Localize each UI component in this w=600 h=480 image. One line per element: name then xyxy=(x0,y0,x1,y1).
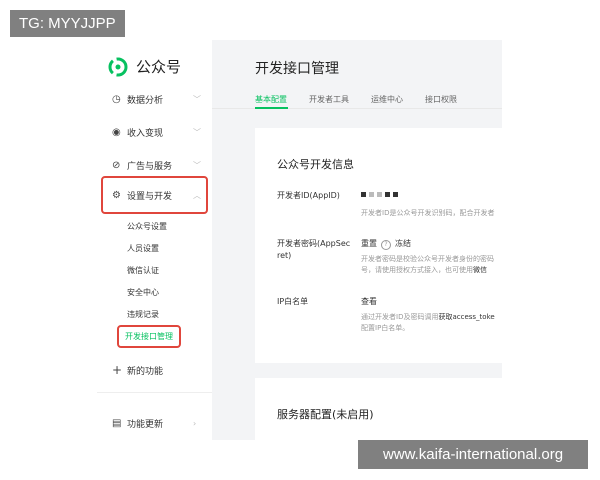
secret-hint-line1: 开发者密码是校验公众号开发者身份的密码 xyxy=(361,255,494,263)
sidebar-item-settings-dev[interactable]: ⚙ 设置与开发 ︿ xyxy=(101,176,208,214)
sidebar-item-label: 新的功能 xyxy=(127,366,164,377)
freeze-link[interactable]: 冻结 xyxy=(395,239,411,248)
secret-hint-line2: 号，请使用授权方式接入，也可使用 xyxy=(361,266,473,274)
sidebar: 公众号 ◷ 数据分析 ﹀ ◉ 收入变现 ﹀ ⊘ 广告与服务 ﹀ ⚙ 设置与开发 … xyxy=(97,40,212,440)
sidebar-item-label: 广告与服务 xyxy=(127,161,173,172)
wechat-admin-screenshot: 公众号 ◷ 数据分析 ﹀ ◉ 收入变现 ﹀ ⊘ 广告与服务 ﹀ ⚙ 设置与开发 … xyxy=(97,40,502,440)
sidebar-item-label: 功能更新 xyxy=(127,419,164,430)
chevron-down-icon: ﹀ xyxy=(193,127,201,137)
ip-hint-link[interactable]: 获取access_toke xyxy=(438,313,494,321)
app-logo[interactable]: 公众号 xyxy=(108,56,181,77)
secret-hint-link[interactable]: 微信 xyxy=(473,266,487,274)
card-title: 服务器配置(未启用) xyxy=(277,408,374,421)
tab-active-indicator xyxy=(255,107,288,109)
wechat-mp-logo-icon xyxy=(108,57,128,76)
chevron-down-icon: ﹀ xyxy=(193,160,201,170)
sidebar-item-data-analysis[interactable]: ◷ 数据分析 ﹀ xyxy=(97,88,212,110)
app-name: 公众号 xyxy=(136,58,182,76)
chart-icon: ◷ xyxy=(112,93,121,105)
sidebar-item-update[interactable]: ▤ 功能更新 › xyxy=(97,412,212,434)
card-title: 公众号开发信息 xyxy=(277,158,354,171)
appid-hint: 开发者ID是公众号开发识别码，配合开发者 xyxy=(361,209,495,217)
compass-icon: ⊘ xyxy=(112,159,121,171)
ip-hint-line2: 配置IP白名单。 xyxy=(361,324,410,332)
sub-item-wechat-verify[interactable]: 微信认证 xyxy=(127,265,159,276)
watermark-tg: TG: MYYJJPP xyxy=(10,10,125,37)
gear-icon: ⚙ xyxy=(112,189,121,201)
watermark-url: www.kaifa-international.org xyxy=(358,440,588,469)
sub-item-member-settings[interactable]: 人员设置 xyxy=(127,243,159,254)
plus-icon: + xyxy=(112,363,123,377)
tab-basic-config[interactable]: 基本配置 xyxy=(255,94,287,112)
secret-hint: 开发者密码是校验公众号开发者身份的密码 号，请使用授权方式接入，也可使用微信 xyxy=(361,254,494,276)
sidebar-item-revenue[interactable]: ◉ 收入变现 ﹀ xyxy=(97,121,212,143)
tab-dev-tools[interactable]: 开发者工具 xyxy=(309,94,349,112)
tab-bar: 基本配置 开发者工具 运维中心 接口权限 xyxy=(255,94,479,112)
ip-hint: 通过开发者ID及密码调用获取access_toke 配置IP白名单。 xyxy=(361,312,495,334)
secret-label-line2: ret) xyxy=(277,251,292,260)
appid-value-masked xyxy=(361,190,401,199)
sub-item-account-settings[interactable]: 公众号设置 xyxy=(127,221,167,232)
document-icon: ▤ xyxy=(112,417,122,429)
page-title: 开发接口管理 xyxy=(255,61,339,77)
reset-link[interactable]: 重置 xyxy=(361,239,377,248)
secret-label-line1: 开发者密码(AppSec xyxy=(277,239,351,248)
sidebar-item-new-features[interactable]: + 新的功能 xyxy=(97,359,212,381)
ip-view-link[interactable]: 查看 xyxy=(361,296,377,307)
sidebar-item-label: 设置与开发 xyxy=(127,191,173,202)
sub-item-violation-records[interactable]: 违规记录 xyxy=(127,309,159,320)
secret-label: 开发者密码(AppSec ret) xyxy=(277,238,350,262)
secret-actions: 重置? 冻结 xyxy=(361,238,411,250)
chevron-down-icon: ﹀ xyxy=(193,94,201,104)
chevron-right-icon: › xyxy=(193,418,197,428)
appid-label: 开发者ID(AppID) xyxy=(277,191,340,200)
coin-icon: ◉ xyxy=(112,126,121,138)
sub-item-dev-interface[interactable]: 开发接口管理 xyxy=(117,325,181,348)
sidebar-item-label: 数据分析 xyxy=(127,95,164,106)
help-icon[interactable]: ? xyxy=(381,240,391,250)
dev-info-card: 公众号开发信息 开发者ID(AppID) 开发者ID是公众号开发识别码，配合开发… xyxy=(255,128,502,363)
ip-whitelist-label: IP白名单 xyxy=(277,297,309,306)
ip-hint-text: 通过开发者ID及密码调用 xyxy=(361,313,439,321)
sidebar-item-label: 收入变现 xyxy=(127,128,164,139)
sidebar-item-ads-services[interactable]: ⊘ 广告与服务 ﹀ xyxy=(97,154,212,176)
server-config-card: 服务器配置(未启用) xyxy=(255,378,502,440)
tab-api-permissions[interactable]: 接口权限 xyxy=(425,94,457,112)
chevron-up-icon: ︿ xyxy=(193,190,201,200)
sub-item-security-center[interactable]: 安全中心 xyxy=(127,287,159,298)
sidebar-divider xyxy=(97,392,212,393)
tab-ops-center[interactable]: 运维中心 xyxy=(371,94,403,112)
